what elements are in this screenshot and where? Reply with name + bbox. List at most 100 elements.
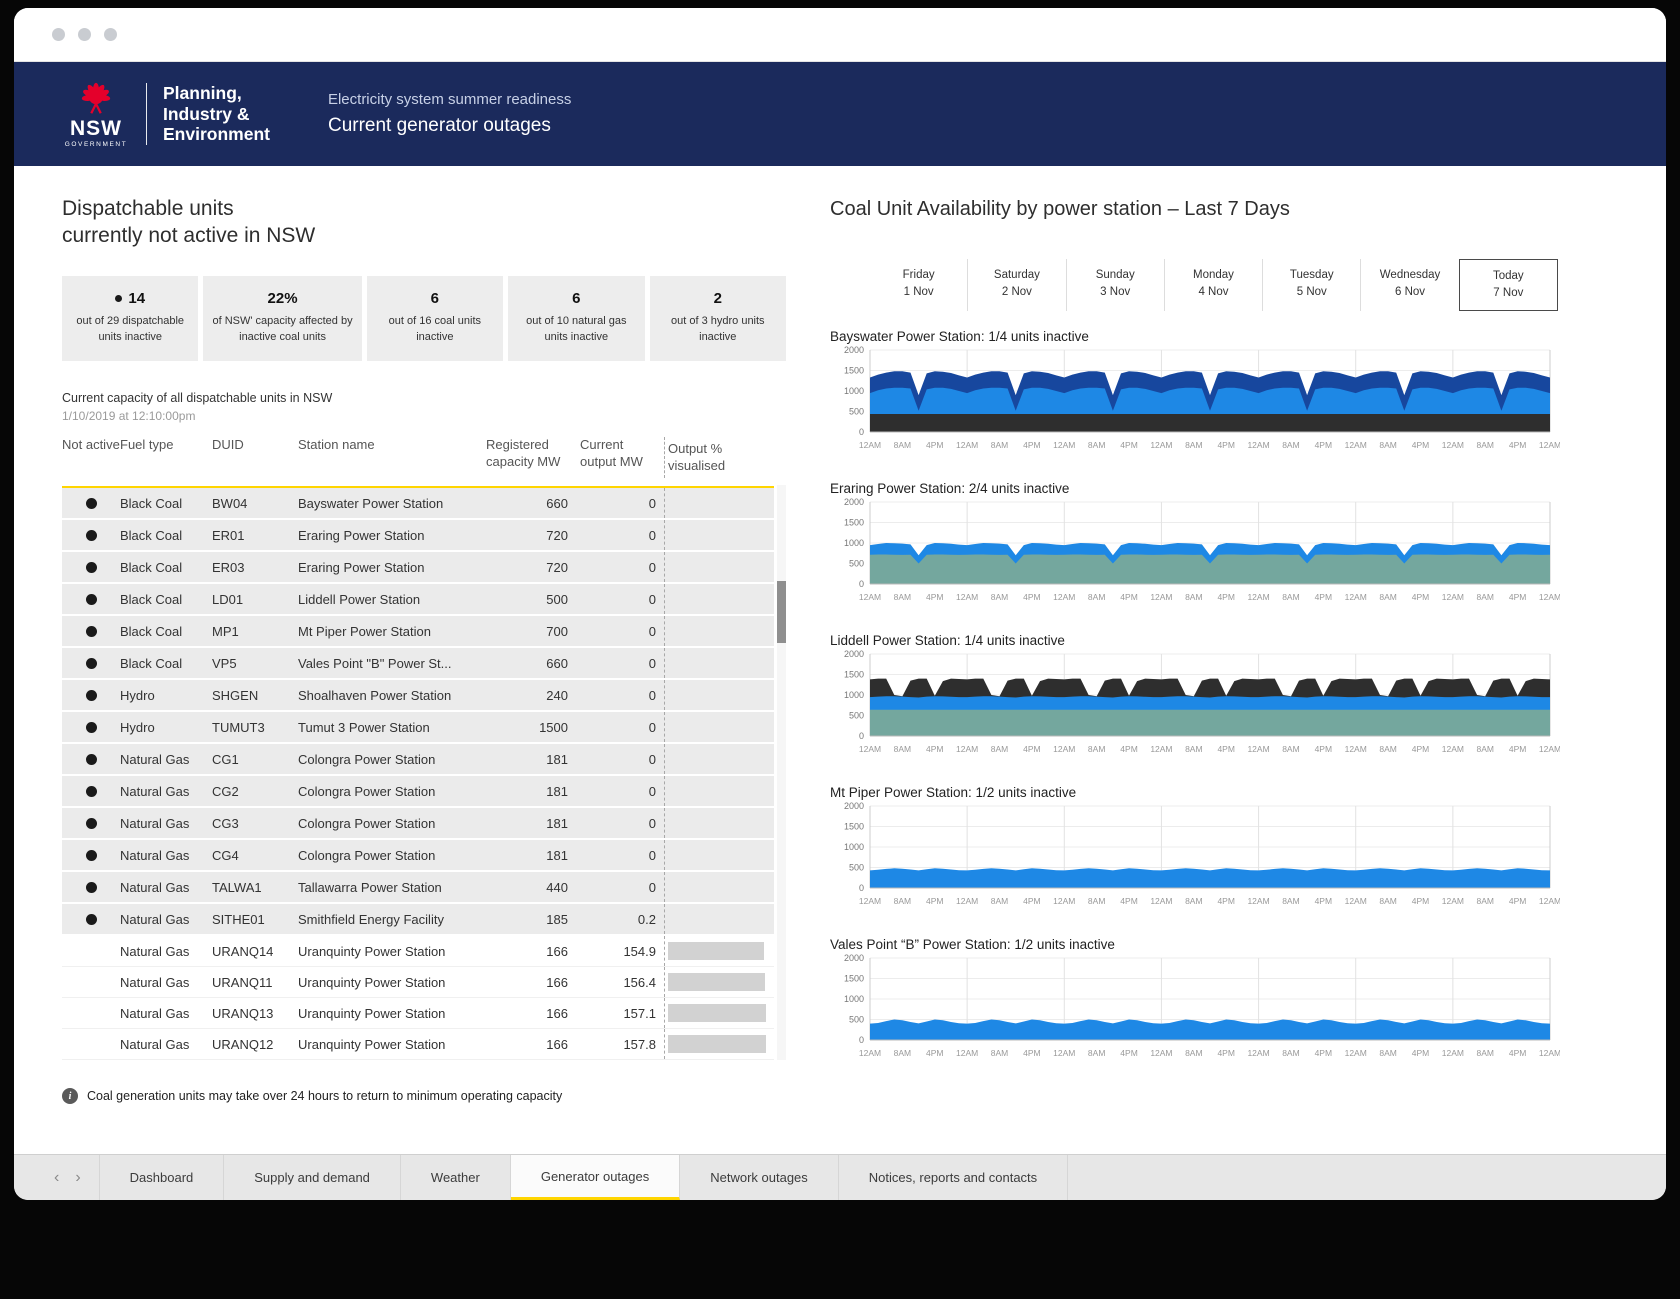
x-tick-label: 4PM	[1023, 592, 1040, 602]
x-tick-label: 12AM	[956, 592, 978, 602]
kpi-label: of NSW' capacity affected by inactive co…	[211, 314, 353, 346]
table-row[interactable]: Natural GasCG3Colongra Power Station1810	[62, 808, 774, 840]
table-row[interactable]: HydroSHGENShoalhaven Power Station2400	[62, 680, 774, 712]
day-tab-sunday[interactable]: Sunday3 Nov	[1066, 259, 1164, 311]
scrollbar-thumb[interactable]	[777, 581, 786, 643]
app-subtitle: Electricity system summer readiness	[328, 91, 571, 108]
prev-tab-arrow-icon[interactable]: ‹	[54, 1169, 59, 1187]
inactive-dot-icon	[115, 295, 122, 302]
current-output-cell: 0	[578, 528, 664, 543]
output-pct-cell	[664, 616, 774, 646]
y-tick-label: 2000	[844, 346, 864, 355]
table-row[interactable]: Black CoalER03Eraring Power Station7200	[62, 552, 774, 584]
window-control-icon[interactable]	[52, 28, 65, 41]
x-tick-label: 8AM	[1185, 896, 1202, 906]
current-output-cell: 0	[578, 720, 664, 735]
day-tab-day: Wednesday	[1361, 269, 1458, 281]
table-scrollbar[interactable]	[777, 485, 786, 1061]
day-tab-saturday[interactable]: Saturday2 Nov	[967, 259, 1065, 311]
inactive-dot-icon	[86, 562, 97, 573]
x-tick-label: 8AM	[1282, 744, 1299, 754]
table-row[interactable]: Natural GasCG2Colongra Power Station1810	[62, 776, 774, 808]
table-row[interactable]: Black CoalBW04Bayswater Power Station660…	[62, 488, 774, 520]
area-chart: 050010001500200012AM8AM4PM12AM8AM4PM12AM…	[830, 498, 1560, 610]
table-row[interactable]: Natural GasCG4Colongra Power Station1810	[62, 840, 774, 872]
x-tick-label: 12AM	[1345, 744, 1367, 754]
not-active-cell	[62, 754, 120, 765]
output-pct-bar	[668, 1004, 766, 1022]
tab-generator-outages[interactable]: Generator outages	[511, 1155, 680, 1200]
day-tab-day: Monday	[1165, 269, 1262, 281]
y-tick-label: 500	[849, 559, 864, 569]
tab-label: Weather	[431, 1170, 480, 1185]
kpi-box-3: 6out of 10 natural gas units inactive	[508, 276, 644, 361]
day-tab-date: 4 Nov	[1165, 286, 1262, 298]
station-name-cell: Colongra Power Station	[298, 784, 484, 799]
day-tab-today[interactable]: Today7 Nov	[1459, 259, 1558, 311]
table-row[interactable]: Natural GasURANQ13Uranquinty Power Stati…	[62, 998, 774, 1029]
dispatchable-units-panel: Dispatchable units currently not active …	[62, 196, 786, 1154]
window-control-icon[interactable]	[104, 28, 117, 41]
x-tick-label: 8AM	[1476, 744, 1493, 754]
day-tab-monday[interactable]: Monday 4 Nov	[1164, 259, 1262, 311]
x-tick-label: 12AM	[1539, 592, 1560, 602]
table-row[interactable]: Black CoalER01Eraring Power Station7200	[62, 520, 774, 552]
registered-capacity-cell: 166	[484, 944, 578, 959]
x-tick-label: 8AM	[1088, 744, 1105, 754]
fuel-type-cell: Natural Gas	[120, 912, 212, 927]
tab-supply-and-demand[interactable]: Supply and demand	[224, 1155, 401, 1200]
output-pct-cell	[664, 998, 774, 1028]
series-band-light-blue	[870, 868, 1550, 888]
x-tick-label: 8AM	[1379, 744, 1396, 754]
table-row[interactable]: Natural GasURANQ14Uranquinty Power Stati…	[62, 936, 774, 967]
y-tick-label: 1500	[844, 366, 864, 376]
day-tab-friday[interactable]: Friday1 Nov	[870, 259, 967, 311]
next-tab-arrow-icon[interactable]: ›	[75, 1169, 80, 1187]
tab-weather[interactable]: Weather	[401, 1155, 511, 1200]
table-row[interactable]: Natural GasCG1Colongra Power Station1810	[62, 744, 774, 776]
current-output-cell: 0	[578, 880, 664, 895]
table-row[interactable]: Black CoalLD01Liddell Power Station5000	[62, 584, 774, 616]
tab-notices-reports-and-contacts[interactable]: Notices, reports and contacts	[839, 1155, 1068, 1200]
tab-network-outages[interactable]: Network outages	[680, 1155, 839, 1200]
x-tick-label: 12AM	[859, 1048, 881, 1058]
right-panel-title: Coal Unit Availability by power station …	[830, 198, 1640, 221]
table-row[interactable]: Natural GasURANQ11Uranquinty Power Stati…	[62, 967, 774, 998]
not-active-cell	[62, 818, 120, 829]
x-tick-label: 12AM	[1442, 1048, 1464, 1058]
x-tick-label: 8AM	[1185, 592, 1202, 602]
x-tick-label: 8AM	[1185, 1048, 1202, 1058]
x-tick-label: 4PM	[1315, 1048, 1332, 1058]
tab-dashboard[interactable]: Dashboard	[100, 1155, 225, 1200]
day-tab-tuesday[interactable]: Tuesday5 Nov	[1262, 259, 1360, 311]
window-control-icon[interactable]	[78, 28, 91, 41]
dashboard-main: Dispatchable units currently not active …	[14, 166, 1666, 1154]
header-divider	[146, 83, 147, 145]
registered-capacity-cell: 166	[484, 1037, 578, 1052]
y-tick-label: 1500	[844, 518, 864, 528]
x-tick-label: 4PM	[1412, 592, 1429, 602]
kpi-value: 6	[516, 290, 636, 307]
day-tab-date: 2 Nov	[968, 286, 1065, 298]
series-band-dark-grey	[870, 414, 1550, 432]
x-tick-label: 8AM	[1379, 1048, 1396, 1058]
duid-cell: TUMUT3	[212, 720, 298, 735]
table-row[interactable]: HydroTUMUT3Tumut 3 Power Station15000	[62, 712, 774, 744]
y-tick-label: 1000	[844, 386, 864, 396]
day-tab-wednesday[interactable]: Wednesday6 Nov	[1360, 259, 1458, 311]
kpi-row: 14out of 29 dispatchable units inactive2…	[62, 276, 786, 361]
station-name-cell: Eraring Power Station	[298, 528, 484, 543]
output-pct-cell	[664, 1029, 774, 1059]
column-header-duid: DUID	[212, 437, 298, 454]
table-body: Black CoalBW04Bayswater Power Station660…	[62, 488, 774, 1060]
table-row[interactable]: Natural GasTALWA1Tallawarra Power Statio…	[62, 872, 774, 904]
chart-title: Mt Piper Power Station: 1/2 units inacti…	[830, 785, 1640, 800]
table-row[interactable]: Black CoalVP5Vales Point "B" Power St...…	[62, 648, 774, 680]
fuel-type-cell: Natural Gas	[120, 880, 212, 895]
x-tick-label: 8AM	[1185, 440, 1202, 450]
table-row[interactable]: Natural GasURANQ12Uranquinty Power Stati…	[62, 1029, 774, 1060]
table-row[interactable]: Natural GasSITHE01Smithfield Energy Faci…	[62, 904, 774, 936]
table-row[interactable]: Black CoalMP1Mt Piper Power Station7000	[62, 616, 774, 648]
x-tick-label: 8AM	[894, 1048, 911, 1058]
area-chart: 050010001500200012AM8AM4PM12AM8AM4PM12AM…	[830, 954, 1560, 1066]
